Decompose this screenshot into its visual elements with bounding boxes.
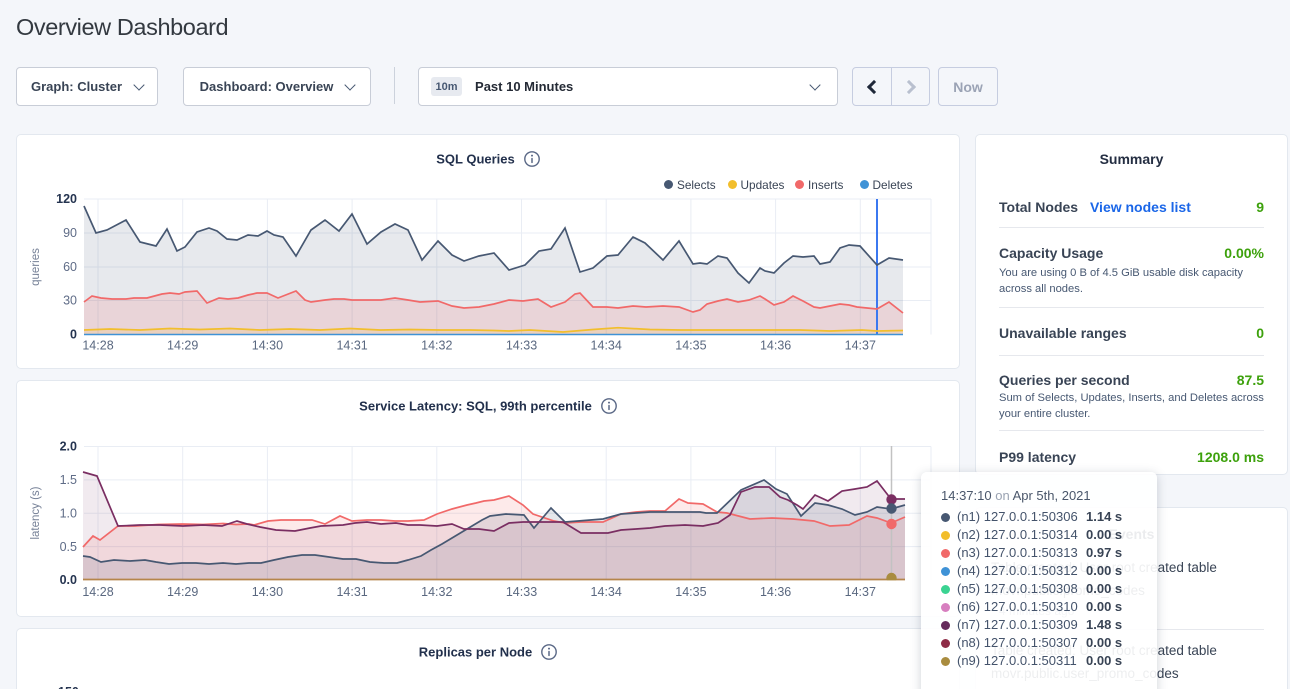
svg-text:30: 30 (63, 294, 77, 308)
svg-text:14:34: 14:34 (591, 585, 622, 599)
svg-text:14:32: 14:32 (421, 585, 452, 599)
svg-text:120: 120 (56, 192, 77, 206)
svg-text:14:28: 14:28 (82, 339, 113, 353)
svg-text:0.5: 0.5 (60, 540, 77, 554)
svg-text:14:29: 14:29 (167, 339, 198, 353)
svg-text:2.0: 2.0 (60, 440, 77, 454)
svg-text:14:37: 14:37 (845, 585, 876, 599)
svg-text:14:33: 14:33 (506, 339, 537, 353)
svg-text:14:30: 14:30 (252, 585, 283, 599)
svg-text:14:35: 14:35 (675, 585, 706, 599)
svg-text:14:36: 14:36 (760, 585, 791, 599)
svg-text:14:31: 14:31 (336, 585, 367, 599)
svg-text:latency (s): latency (s) (30, 486, 42, 539)
svg-text:14:30: 14:30 (252, 339, 283, 353)
svg-text:14:32: 14:32 (421, 339, 452, 353)
svg-text:14:34: 14:34 (591, 339, 622, 353)
svg-text:0.0: 0.0 (60, 573, 77, 587)
svg-text:1.0: 1.0 (60, 506, 77, 520)
svg-text:queries: queries (30, 248, 42, 286)
svg-text:14:29: 14:29 (167, 585, 198, 599)
svg-text:14:35: 14:35 (675, 339, 706, 353)
svg-text:14:36: 14:36 (760, 339, 791, 353)
svg-text:14:33: 14:33 (506, 585, 537, 599)
svg-text:60: 60 (63, 260, 77, 274)
svg-text:14:31: 14:31 (336, 339, 367, 353)
svg-text:1.5: 1.5 (60, 473, 77, 487)
svg-text:14:37: 14:37 (845, 339, 876, 353)
svg-text:0: 0 (70, 328, 77, 342)
svg-text:90: 90 (63, 226, 77, 240)
svg-text:14:28: 14:28 (82, 585, 113, 599)
